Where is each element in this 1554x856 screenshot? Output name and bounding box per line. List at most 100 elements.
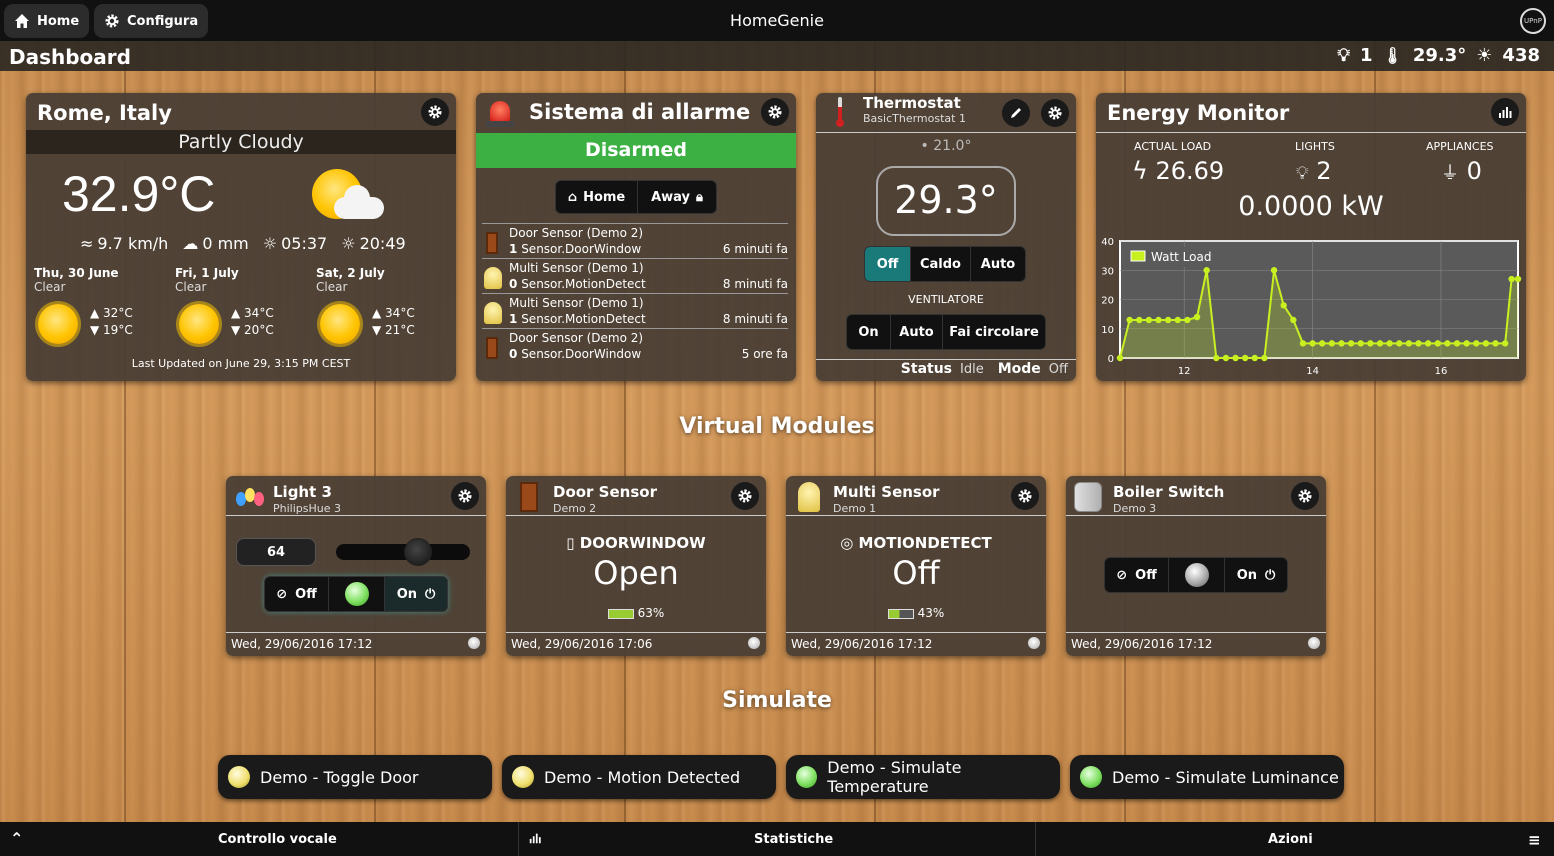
- simulate-title: Simulate: [722, 688, 832, 713]
- fan-auto-button[interactable]: Auto: [891, 315, 943, 349]
- module-footer: Wed, 29/06/2016 17:12: [1066, 632, 1326, 656]
- energy-stats-button[interactable]: [1491, 98, 1519, 126]
- top-bar: Home Configura HomeGenie UPnP: [0, 0, 1554, 41]
- door-sensor-card: Door Sensor Demo 2 ▯ DOORWINDOW Open 63%…: [506, 476, 766, 656]
- chart-point: [1309, 340, 1316, 347]
- statistics-button[interactable]: Statistiche: [754, 832, 833, 847]
- door-icon: [520, 482, 538, 512]
- sunrise-icon: ☼: [262, 234, 278, 253]
- mode-off-button[interactable]: Off: [865, 247, 911, 281]
- chevron-up-icon[interactable]: ⌃: [10, 829, 23, 848]
- event-name: Multi Sensor (Demo 1): [509, 296, 644, 310]
- alarm-settings-button[interactable]: [761, 98, 789, 126]
- alarm-away-button[interactable]: Away 🔒︎: [638, 181, 716, 213]
- energy-card: Energy Monitor ACTUAL LOAD ϟ 26.69 LIGHT…: [1096, 93, 1526, 381]
- boiler-switch-card: Boiler Switch Demo 3 ⊘ Off On ⏻ Wed, 29/06…: [1066, 476, 1326, 656]
- level-slider[interactable]: [336, 538, 470, 566]
- led-yellow-icon: [228, 766, 250, 788]
- fan-on-button[interactable]: On: [847, 315, 891, 349]
- fan-circulate-button[interactable]: Fai circolare: [943, 315, 1045, 349]
- module-settings-button[interactable]: [1011, 482, 1039, 510]
- boiler-off-button[interactable]: ⊘ Off: [1105, 558, 1169, 592]
- mode-auto-button[interactable]: Auto: [971, 247, 1025, 281]
- chart-point: [1116, 354, 1124, 362]
- module-footer: Wed, 29/06/2016 17:12: [226, 632, 486, 656]
- event-name: Multi Sensor (Demo 1): [509, 261, 644, 275]
- chart-point: [1203, 267, 1210, 274]
- forecast-condition: Clear: [316, 280, 348, 294]
- list-item: Door Sensor (Demo 2) 1 Sensor.DoorWindow…: [482, 223, 788, 258]
- event-param: Sensor.MotionDetect: [521, 277, 646, 291]
- bottom-bar: ⌃ Controllo vocale Statistiche Azioni ≡: [0, 822, 1554, 856]
- forecast-min: ▼ 21°C: [372, 323, 415, 337]
- thermostat-card: Thermostat BasicThermostat 1 • 21.0° 29.…: [816, 93, 1076, 381]
- chart-point: [1367, 340, 1374, 347]
- voice-control-button[interactable]: Controllo vocale: [218, 832, 337, 847]
- light-on-button[interactable]: On ⏻: [385, 577, 447, 611]
- module-title: Light 3: [273, 483, 332, 501]
- multisensor-icon: [484, 302, 502, 324]
- sensor-value: Open: [593, 554, 679, 592]
- mode-heat-button[interactable]: Caldo: [911, 247, 971, 281]
- door-icon: [486, 337, 498, 359]
- weather-settings-button[interactable]: [421, 98, 449, 126]
- current-temperature: 29.3°: [876, 166, 1016, 236]
- weather-temperature: 32.9°C: [62, 166, 216, 222]
- lightning-icon: ϟ: [1132, 157, 1148, 185]
- light-off-button[interactable]: ⊘ Off: [265, 577, 329, 611]
- sensor-field: ▯ DOORWINDOW: [506, 534, 766, 552]
- event-time: 5 ore fa: [741, 347, 788, 361]
- simulate-temperature-button[interactable]: Demo - Simulate Temperature: [786, 755, 1060, 799]
- sensor-field-label: MOTIONDETECT: [858, 534, 992, 552]
- block-icon: ⊘: [1116, 567, 1128, 583]
- chart-point: [1453, 340, 1461, 347]
- status-summary: 💡︎ 1 🌡︎ 29.3° ☀︎ 438: [1337, 45, 1540, 66]
- chart-point: [1251, 354, 1259, 362]
- menu-icon[interactable]: ≡: [1528, 831, 1541, 849]
- chart-legend-swatch: [1130, 250, 1146, 262]
- chart-x-tick: 14: [1306, 366, 1319, 377]
- forecast-day-label: Fri, 1 July: [175, 266, 239, 280]
- chart-point: [1174, 316, 1181, 324]
- chart-point: [1193, 313, 1201, 321]
- module-footer: Wed, 29/06/2016 17:12: [786, 632, 1046, 656]
- simulate-label: Demo - Simulate Luminance: [1112, 767, 1339, 787]
- module-settings-button[interactable]: [1291, 482, 1319, 510]
- boiler-on-button[interactable]: On ⏻: [1225, 558, 1287, 592]
- forecast-max: ▲ 34°C: [231, 306, 274, 320]
- thermostat-edit-button[interactable]: [1002, 99, 1030, 127]
- event-value: 1: [509, 242, 518, 256]
- lock-icon: 🔒︎: [696, 189, 703, 205]
- chart-point: [1396, 340, 1403, 347]
- simulate-motion-button[interactable]: Demo - Motion Detected: [502, 755, 776, 799]
- chart-point: [1155, 316, 1162, 324]
- chart-y-tick: 0: [1108, 354, 1114, 365]
- gear-icon: [458, 489, 472, 503]
- slider-handle[interactable]: [403, 538, 432, 566]
- actual-load: ϟ 26.69: [1132, 157, 1224, 185]
- event-value: 0: [509, 277, 518, 291]
- module-title: Door Sensor: [553, 483, 657, 501]
- chart-point: [1338, 340, 1345, 347]
- module-settings-button[interactable]: [731, 482, 759, 510]
- module-settings-button[interactable]: [451, 482, 479, 510]
- alarm-home-button[interactable]: ⌂ Home: [556, 181, 638, 213]
- flame-icon: •: [920, 138, 929, 154]
- actions-button[interactable]: Azioni: [1268, 832, 1313, 847]
- event-name: Door Sensor (Demo 2): [509, 226, 644, 240]
- chart-y-tick: 30: [1101, 266, 1114, 277]
- actual-load-value: 26.69: [1155, 157, 1225, 185]
- upnp-logo[interactable]: UPnP: [1520, 8, 1546, 34]
- gear-icon: [1018, 489, 1032, 503]
- thermostat-settings-button[interactable]: [1041, 99, 1069, 127]
- simulate-toggle-door-button[interactable]: Demo - Toggle Door: [218, 755, 492, 799]
- alarm-card: Sistema di allarme Disarmed ⌂ Home Away 🔒︎…: [476, 93, 796, 381]
- forecast-day: Sat, 2 July Clear ▲ 34°C ▼ 21°C: [316, 266, 456, 356]
- chart-point: [1424, 340, 1432, 347]
- chart-point: [1463, 340, 1470, 347]
- chart-y-tick: 40: [1101, 237, 1114, 248]
- chart-point: [1164, 316, 1172, 324]
- simulate-luminance-button[interactable]: Demo - Simulate Luminance: [1070, 755, 1344, 799]
- forecast-condition: Clear: [175, 280, 207, 294]
- boiler-icon: [1074, 482, 1102, 512]
